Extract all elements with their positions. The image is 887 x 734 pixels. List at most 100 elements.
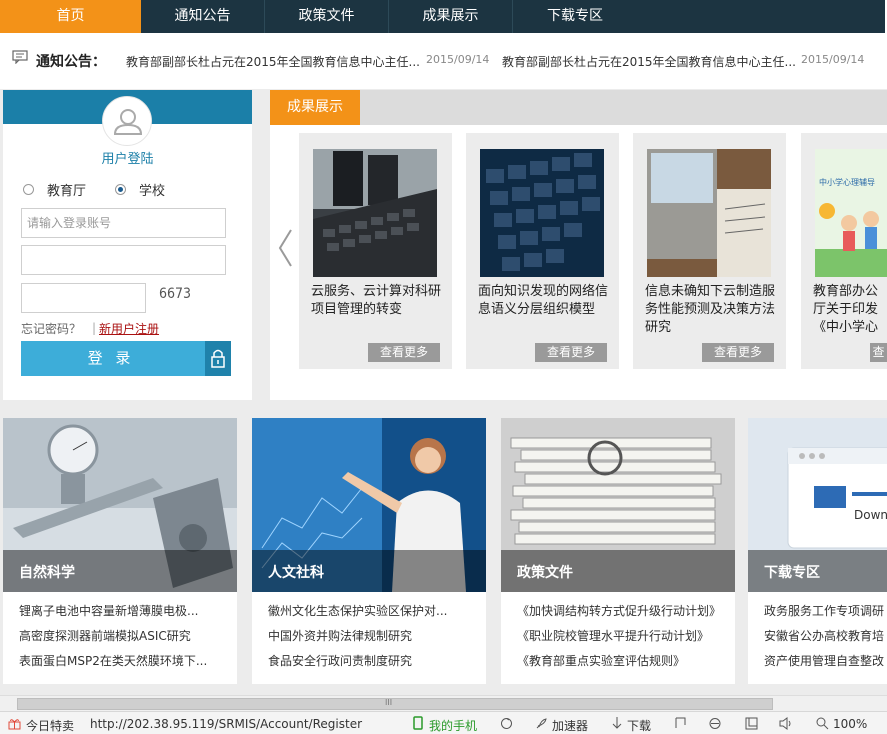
- status-url: http://202.38.95.119/SRMIS/Account/Regis…: [90, 717, 363, 731]
- results-panel: 成果展示 云服务、云计算对科研项目管理的转变 查看更多 面向知识发现的网络信息语…: [270, 90, 887, 400]
- category-title[interactable]: 人文社科: [268, 562, 324, 582]
- result-card[interactable]: 信息未确知下云制造服务性能预测及决策方法研究 查看更多: [633, 133, 786, 369]
- login-button-label: 登 录: [87, 349, 135, 367]
- list-item[interactable]: 《职业院校管理水平提升行动计划》: [517, 629, 721, 654]
- notice-date: 2015/09/14: [426, 53, 490, 66]
- nav-policy[interactable]: 政策文件: [265, 0, 389, 33]
- list-item[interactable]: 资产使用管理自查整改: [764, 654, 887, 679]
- my-phone-link[interactable]: 我的手机: [429, 717, 477, 734]
- category-band: 自然科学: [3, 550, 237, 592]
- zoom-level[interactable]: 100%: [833, 717, 867, 731]
- nav-home[interactable]: 首页: [0, 0, 141, 33]
- list-item[interactable]: 《加快调结构转方式促升级行动计划》: [517, 604, 721, 629]
- card-title[interactable]: 信息未确知下云制造服务性能预测及决策方法研究: [645, 283, 777, 337]
- user-icon: [113, 109, 143, 135]
- list-item[interactable]: 政务服务工作专项调研: [764, 604, 887, 629]
- card-thumbnail: [647, 149, 771, 277]
- phone-icon[interactable]: [413, 716, 423, 730]
- top-nav: 首页 通知公告 政策文件 成果展示 下载专区: [0, 0, 887, 33]
- card-title[interactable]: 面向知识发现的网络信息语义分层组织模型: [478, 283, 610, 319]
- category-band: 人文社科: [252, 550, 486, 592]
- link-separator: |: [92, 321, 97, 335]
- card-thumbnail: [480, 149, 604, 277]
- register-link[interactable]: 新用户注册: [99, 320, 159, 337]
- category-band: 政策文件: [501, 550, 735, 592]
- view-more-button[interactable]: 查看更多: [535, 343, 607, 362]
- window-icon[interactable]: [745, 717, 758, 730]
- category-title[interactable]: 自然科学: [19, 562, 75, 582]
- today-deals-link[interactable]: 今日特卖: [26, 717, 74, 734]
- scrollbar-grip: III: [385, 698, 393, 707]
- radio-label: 教育厅: [47, 184, 87, 199]
- notice-date: 2015/09/14: [801, 53, 865, 66]
- list-item[interactable]: 《教育部重点实验室评估规则》: [517, 654, 721, 679]
- card-thumbnail: [313, 149, 437, 277]
- lock-icon: [205, 341, 231, 376]
- radio-dot[interactable]: [115, 184, 126, 195]
- category-policy: 政策文件 《加快调结构转方式促升级行动计划》 《职业院校管理水平提升行动计划》 …: [501, 418, 735, 684]
- forgot-password-link[interactable]: 忘记密码？: [21, 320, 81, 337]
- list-item[interactable]: 徽州文化生态保护实验区保护对...: [268, 604, 447, 629]
- scrollbar-thumb[interactable]: [17, 698, 773, 710]
- results-tabbar: [270, 90, 887, 125]
- carousel-prev-icon[interactable]: [276, 228, 294, 268]
- list-item[interactable]: 安徽省公办高校教育培: [764, 629, 887, 654]
- flag-icon[interactable]: [674, 717, 687, 729]
- tab-results[interactable]: 成果展示: [270, 90, 360, 125]
- list-item[interactable]: 高密度探测器前端模拟ASIC研究: [19, 629, 207, 654]
- nav-downloads[interactable]: 下载专区: [513, 0, 637, 33]
- category-list: 锂离子电池中容量新增薄膜电极... 高密度探测器前端模拟ASIC研究 表面蛋白M…: [19, 604, 207, 679]
- radio-label: 学校: [139, 184, 166, 199]
- list-item[interactable]: 表面蛋白MSP2在类天然膜环境下...: [19, 654, 207, 679]
- notice-bar: 通知公告： 教育部副部长杜占元在2015年全国教育信息中心主任... 2015/…: [0, 33, 887, 89]
- captcha-image[interactable]: 6673: [159, 286, 191, 302]
- download-button[interactable]: 下载: [627, 717, 651, 734]
- accelerator-button[interactable]: 加速器: [552, 717, 588, 734]
- download-arrow-icon[interactable]: [611, 716, 623, 730]
- category-list: 《加快调结构转方式促升级行动计划》 《职业院校管理水平提升行动计划》 《教育部重…: [517, 604, 721, 679]
- view-more-button[interactable]: 查看更多: [368, 343, 440, 362]
- browser-e-icon[interactable]: [708, 717, 722, 730]
- notice-item[interactable]: 教育部副部长杜占元在2015年全国教育信息中心主任...: [126, 53, 420, 70]
- zoom-icon[interactable]: [816, 717, 829, 730]
- password-input[interactable]: [21, 245, 226, 275]
- horizontal-scrollbar[interactable]: III: [0, 695, 887, 711]
- nav-results[interactable]: 成果展示: [389, 0, 513, 33]
- result-card[interactable]: 中小学心理辅导 教育部办公厅关于印发《中小学心理辅导室建设指南》 查看更多: [801, 133, 887, 369]
- category-downloads: Down 下载专区 政务服务工作专项调研 安徽省公办高校教育培 资产使用管理自查…: [748, 418, 887, 684]
- category-list: 徽州文化生态保护实验区保护对... 中国外资并购法律规制研究 食品安全行政问责制…: [268, 604, 447, 679]
- result-card[interactable]: 面向知识发现的网络信息语义分层组织模型 查看更多: [466, 133, 619, 369]
- category-humanities: 人文社科 徽州文化生态保护实验区保护对... 中国外资并购法律规制研究 食品安全…: [252, 418, 486, 684]
- category-title[interactable]: 下载专区: [764, 562, 820, 582]
- list-item[interactable]: 食品安全行政问责制度研究: [268, 654, 447, 679]
- account-input[interactable]: 请输入登录账号: [21, 208, 226, 238]
- result-card[interactable]: 云服务、云计算对科研项目管理的转变 查看更多: [299, 133, 452, 369]
- radio-dot[interactable]: [23, 184, 34, 195]
- browser-status-bar: 今日特卖 http://202.38.95.119/SRMIS/Account/…: [0, 711, 887, 734]
- refresh-icon[interactable]: [500, 717, 513, 730]
- view-more-button[interactable]: 查看更多: [702, 343, 774, 362]
- category-list: 政务服务工作专项调研 安徽省公办高校教育培 资产使用管理自查整改: [764, 604, 887, 679]
- radio-education-dept[interactable]: 教育厅: [23, 180, 86, 199]
- card-title[interactable]: 教育部办公厅关于印发《中小学心理辅导室建设指南》: [813, 283, 883, 337]
- download-picture-caption: Down: [854, 508, 887, 522]
- rocket-icon[interactable]: [535, 717, 548, 730]
- view-more-button[interactable]: 查看更多: [870, 343, 887, 362]
- category-natural-science: 自然科学 锂离子电池中容量新增薄膜电极... 高密度探测器前端模拟ASIC研究 …: [3, 418, 237, 684]
- card-title[interactable]: 云服务、云计算对科研项目管理的转变: [311, 283, 443, 319]
- login-panel: 用户登陆 教育厅 学校 请输入登录账号 6673 忘记密码？ | 新用户注册 登…: [3, 90, 252, 400]
- login-title: 用户登陆: [101, 152, 154, 167]
- speech-bubble-icon: [12, 50, 28, 64]
- list-item[interactable]: 中国外资并购法律规制研究: [268, 629, 447, 654]
- radio-school[interactable]: 学校: [115, 180, 165, 199]
- captcha-input[interactable]: [21, 283, 146, 313]
- card-picture-caption: 中小学心理辅导: [819, 178, 875, 187]
- nav-notices[interactable]: 通知公告: [141, 0, 265, 33]
- login-button[interactable]: 登 录: [21, 341, 231, 376]
- speaker-icon[interactable]: [779, 717, 793, 730]
- gift-icon[interactable]: [8, 717, 21, 730]
- category-title[interactable]: 政策文件: [517, 562, 573, 582]
- list-item[interactable]: 锂离子电池中容量新增薄膜电极...: [19, 604, 207, 629]
- notice-item[interactable]: 教育部副部长杜占元在2015年全国教育信息中心主任...: [502, 53, 796, 70]
- card-thumbnail: 中小学心理辅导: [815, 149, 887, 277]
